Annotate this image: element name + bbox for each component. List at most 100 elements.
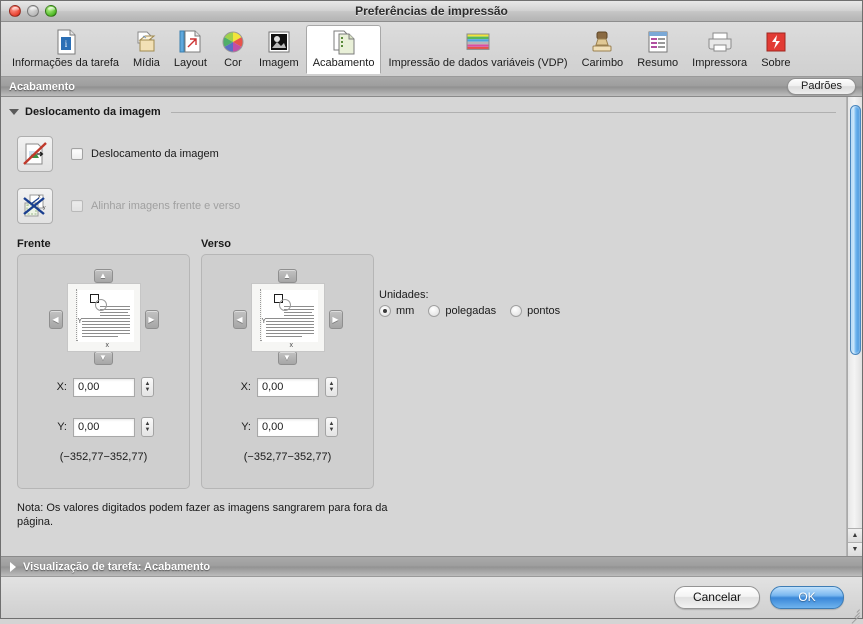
tab-vdp[interactable]: Impressão de dados variáveis (VDP) (381, 25, 574, 74)
tab-label: Cor (224, 57, 242, 69)
y-axis-guide (259, 289, 261, 341)
cancel-button[interactable]: Cancelar (673, 586, 760, 609)
tab-finishing[interactable]: Acabamento (305, 25, 382, 74)
field-row-y: Y: 0,00 ▲ ▼ (53, 417, 154, 437)
tab-media[interactable]: Mídia (126, 25, 167, 74)
radio-polegadas[interactable] (428, 305, 441, 317)
tab-label: Carimbo (581, 57, 624, 69)
nudge-right-button[interactable]: ▶ (328, 310, 343, 329)
nudge-down-button[interactable]: ▼ (93, 351, 113, 365)
x-stepper[interactable]: ▲ ▼ (141, 377, 154, 397)
radio-pontos[interactable] (510, 305, 523, 317)
layout-icon (179, 28, 201, 56)
x-input[interactable]: 0,00 (257, 377, 319, 397)
axis-label-y: Y (77, 318, 83, 325)
x-stepper[interactable]: ▲ ▼ (325, 377, 338, 397)
units-group: Unidades: mm polegadas pontos (379, 289, 569, 317)
x-label: X: (240, 381, 251, 393)
section-title: Deslocamento da imagem (25, 106, 161, 118)
option-row-align-front-back: x y Alinhar imagens frente e verso (1, 188, 846, 224)
option-row-image-shift: Deslocamento da imagem (1, 136, 846, 172)
image-shift-disabled-icon (17, 136, 53, 172)
tab-label: Acabamento (312, 57, 375, 69)
tab-about[interactable]: Sobre (754, 25, 797, 74)
y-stepper[interactable]: ▲ ▼ (141, 417, 154, 437)
finishing-icon (332, 28, 356, 56)
axis-label-x: x (289, 342, 294, 349)
tab-job-info[interactable]: i Informações da tarefa (5, 25, 126, 74)
tab-stamp[interactable]: Carimbo (575, 25, 631, 74)
nudge-down-button[interactable]: ▼ (277, 351, 297, 365)
panel-frente: Frente ▲ ▼ ◀ ▶ Y x X: 0,00 ▲ ▼ Y: 0,00 ▲… (17, 238, 190, 489)
scrollbar-thumb[interactable] (850, 105, 861, 355)
y-input[interactable]: 0,00 (73, 417, 135, 437)
close-button[interactable] (9, 5, 21, 17)
defaults-button[interactable]: Padrões (787, 78, 856, 95)
y-stepper[interactable]: ▲ ▼ (325, 417, 338, 437)
y-label: Y: (241, 421, 251, 433)
y-input[interactable]: 0,00 (257, 417, 319, 437)
chevron-right-icon (10, 561, 16, 572)
zoom-button[interactable] (45, 5, 57, 17)
tab-label: Imagem (258, 57, 299, 69)
window-controls (1, 5, 57, 17)
summary-icon (647, 28, 669, 56)
field-row-y: Y: 0,00 ▲ ▼ (237, 417, 338, 437)
tab-label: Sobre (761, 57, 791, 69)
page-preview: Y x (66, 283, 141, 352)
tab-label: Layout (173, 57, 207, 69)
nudge-right-button[interactable]: ▶ (144, 310, 159, 329)
y-axis-guide (75, 289, 77, 341)
checkbox-align-front-back[interactable] (71, 200, 83, 212)
job-preview-band[interactable]: Visualização de tarefa: Acabamento (1, 556, 862, 577)
nudge-pad-verso: ▲ ▼ ◀ ▶ Y x (232, 269, 343, 365)
tab-label: Resumo (637, 57, 679, 69)
job-info-icon: i (55, 28, 77, 56)
scrollbar-track[interactable] (848, 97, 862, 528)
units-label: Unidades: (379, 289, 429, 301)
ok-button[interactable]: OK (770, 586, 844, 609)
tab-color[interactable]: Cor (214, 25, 252, 74)
scroll-up-button[interactable]: ▲ (848, 528, 862, 542)
tab-layout[interactable]: Layout (167, 25, 214, 74)
tab-label: Impressão de dados variáveis (VDP) (388, 57, 568, 69)
panel-title: Frente (17, 238, 51, 250)
option-label: Deslocamento da imagem (91, 148, 219, 160)
nudge-up-button[interactable]: ▲ (277, 269, 297, 283)
shift-circle-marker (278, 299, 291, 311)
minimize-button[interactable] (27, 5, 39, 17)
page-document (77, 290, 134, 342)
resize-grip[interactable] (847, 603, 860, 624)
x-input[interactable]: 0,00 (73, 377, 135, 397)
y-label: Y: (57, 421, 67, 433)
panel-body: ▲ ▼ ◀ ▶ Y x X: 0,00 ▲ ▼ Y: 0,00 ▲ ▼ (−35… (17, 254, 190, 489)
tab-printer[interactable]: Impressora (685, 25, 754, 74)
nudge-left-button[interactable]: ◀ (48, 310, 63, 329)
nudge-left-button[interactable]: ◀ (232, 310, 247, 329)
tab-label: Mídia (133, 57, 160, 69)
page-document (261, 290, 318, 342)
checkbox-image-shift[interactable] (71, 148, 83, 160)
panel-body: ▲ ▼ ◀ ▶ Y x X: 0,00 ▲ ▼ Y: 0,00 ▲ ▼ (−35… (201, 254, 374, 489)
tab-image[interactable]: Imagem (252, 25, 306, 74)
window-title: Preferências de impressão (355, 4, 508, 18)
note-text: Nota: Os valores digitados podem fazer a… (17, 502, 388, 528)
option-label: Alinhar imagens frente e verso (91, 200, 241, 212)
scroll-down-button[interactable]: ▼ (848, 542, 862, 556)
vertical-scrollbar[interactable]: ▲ ▼ (847, 97, 862, 556)
field-row-x: X: 0,00 ▲ ▼ (53, 377, 154, 397)
stamp-icon (591, 28, 613, 56)
radio-mm[interactable] (379, 305, 391, 317)
panel-verso: Verso ▲ ▼ ◀ ▶ Y x X: 0,00 ▲ ▼ Y: 0,00 ▲ … (201, 238, 374, 489)
tab-summary[interactable]: Resumo (630, 25, 685, 74)
pane-title: Acabamento (9, 80, 76, 93)
shift-circle-marker (94, 299, 107, 311)
x-label: X: (56, 381, 67, 393)
nudge-up-button[interactable]: ▲ (93, 269, 113, 283)
toolbar: i Informações da tarefa Mídia Layout Cor… (1, 22, 862, 77)
section-image-shift-header[interactable]: Deslocamento da imagem (1, 97, 846, 118)
body-area: Deslocamento da imagem Deslocamento da i… (1, 97, 862, 556)
units-radio-row: mm polegadas pontos (379, 305, 569, 317)
printer-icon (707, 28, 733, 56)
image-icon (268, 28, 290, 56)
